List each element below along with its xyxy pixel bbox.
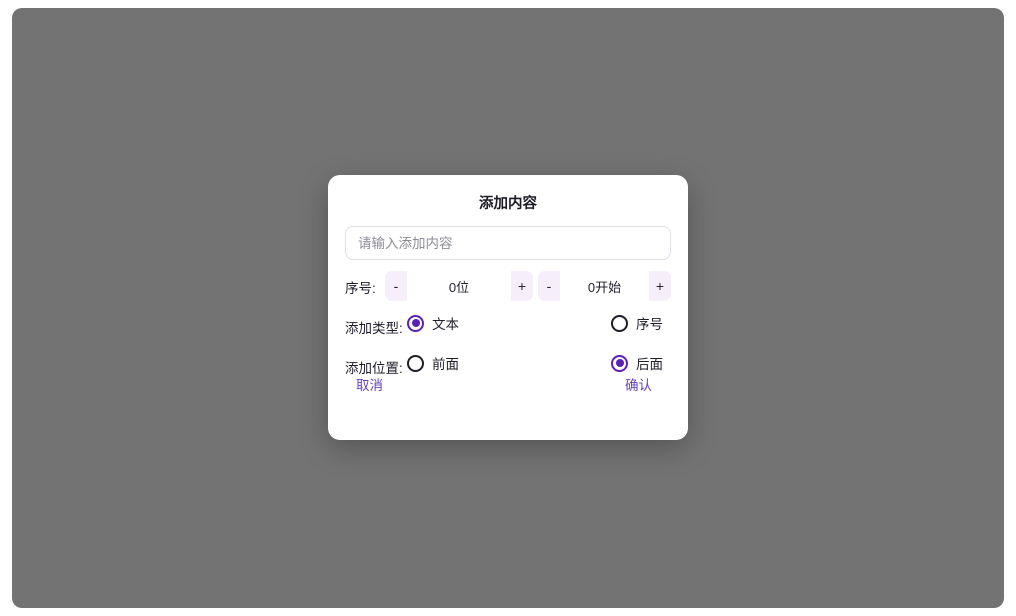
- add-position-prefix-radio[interactable]: [407, 355, 424, 372]
- add-type-sequence-radio[interactable]: [611, 315, 628, 332]
- add-type-option-sequence[interactable]: 序号: [611, 313, 663, 333]
- sequence-start-plus-button[interactable]: +: [649, 271, 671, 301]
- sequence-digits-stepper[interactable]: - 0位 +: [385, 271, 533, 301]
- add-content-dialog: 添加内容 序号: - 0位 + - 0开始 + 添加类型: 文本 序号 添加位置…: [328, 175, 688, 440]
- sequence-start-stepper[interactable]: - 0开始 +: [538, 271, 671, 301]
- dialog-confirm-button[interactable]: 确认: [625, 374, 652, 394]
- add-content-input[interactable]: [345, 226, 671, 260]
- add-type-option-text[interactable]: 文本: [407, 313, 459, 333]
- add-position-option-prefix[interactable]: 前面: [407, 353, 459, 373]
- dialog-title: 添加内容: [328, 192, 688, 213]
- dialog-cancel-button[interactable]: 取消: [356, 374, 383, 394]
- add-position-suffix-label: 后面: [636, 353, 663, 373]
- sequence-start-value: 0开始: [560, 271, 649, 301]
- add-type-label: 添加类型:: [345, 317, 403, 337]
- add-type-sequence-label: 序号: [636, 313, 663, 333]
- add-type-text-label: 文本: [432, 313, 459, 333]
- add-position-prefix-label: 前面: [432, 353, 459, 373]
- add-position-suffix-radio[interactable]: [611, 355, 628, 372]
- sequence-start-minus-button[interactable]: -: [538, 271, 560, 301]
- sequence-label: 序号:: [345, 277, 376, 297]
- add-type-text-radio[interactable]: [407, 315, 424, 332]
- sequence-digits-plus-button[interactable]: +: [511, 271, 533, 301]
- add-position-option-suffix[interactable]: 后面: [611, 353, 663, 373]
- sequence-digits-value: 0位: [407, 271, 511, 301]
- sequence-digits-minus-button[interactable]: -: [385, 271, 407, 301]
